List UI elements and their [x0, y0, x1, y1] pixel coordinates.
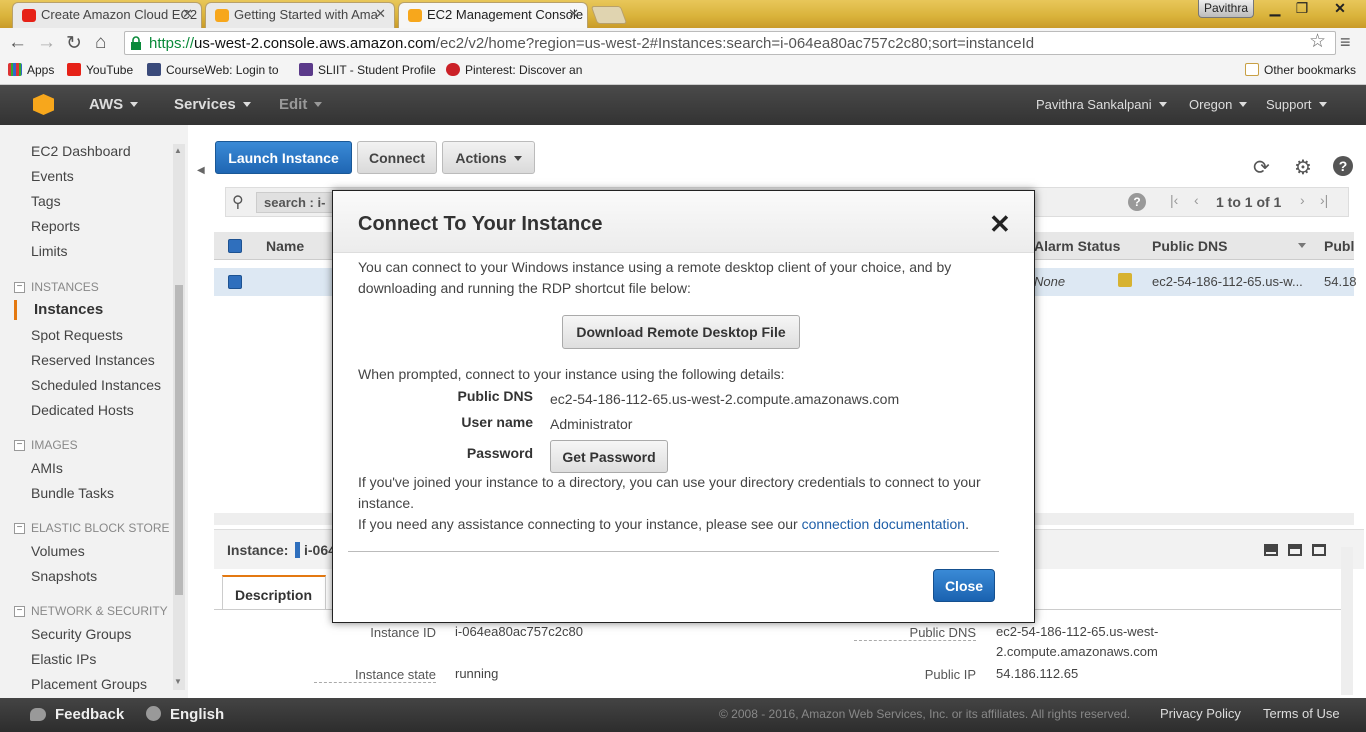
- lock-icon: [131, 36, 141, 50]
- connect-instance-dialog: Connect To Your Instance ✕ You can conne…: [332, 190, 1035, 623]
- bookmark-pinterest[interactable]: Pinterest: Discover an: [446, 63, 582, 77]
- intro-text-line2: downloading and running the RDP shortcut…: [358, 280, 691, 296]
- bookmark-apps[interactable]: Apps: [8, 63, 54, 77]
- terms-of-use-link[interactable]: Terms of Use: [1263, 706, 1340, 721]
- dns-value: ec2-54-186-112-65.us-west-2.compute.amaz…: [550, 391, 900, 407]
- aws-console-header: AWS Services Edit Pavithra Sankalpani Or…: [0, 85, 1366, 125]
- console-footer: Feedback English © 2008 - 2016, Amazon W…: [0, 698, 1366, 732]
- download-rdp-file-button[interactable]: Download Remote Desktop File: [562, 315, 800, 349]
- services-menu[interactable]: Services: [174, 96, 251, 113]
- dialog-divider: [348, 551, 999, 552]
- home-icon[interactable]: ⌂: [95, 32, 106, 54]
- url-host: us-west-2.console.aws.amazon.com: [194, 35, 436, 52]
- chevron-down-icon: [1318, 102, 1327, 107]
- password-label: Password: [466, 445, 533, 461]
- bookmarks-bar: Apps YouTube CourseWeb: Login to SLIIT -…: [0, 58, 1366, 85]
- aws-cube-icon: [408, 9, 422, 22]
- apps-grid-icon: [8, 63, 22, 76]
- bookmark-star-icon[interactable]: ☆: [1309, 30, 1326, 53]
- bookmark-courseweb[interactable]: CourseWeb: Login to: [147, 63, 279, 77]
- new-tab-button[interactable]: [590, 6, 628, 24]
- edit-menu[interactable]: Edit: [279, 96, 323, 113]
- language-selector[interactable]: English: [146, 706, 224, 723]
- chevron-down-icon: [1158, 102, 1167, 107]
- chevron-down-icon: [1239, 102, 1248, 107]
- close-tab-icon[interactable]: ✕: [568, 6, 579, 22]
- reload-icon[interactable]: ↻: [66, 32, 82, 55]
- aws-cube-icon: [215, 9, 229, 22]
- speech-bubble-icon: [30, 708, 46, 721]
- sliit-icon: [299, 63, 313, 76]
- connection-documentation-link[interactable]: connection documentation: [802, 516, 965, 532]
- assistance-text: If you need any assistance connecting to…: [358, 516, 969, 532]
- browser-tab-youtube[interactable]: Create Amazon Cloud EC2 ✕: [12, 2, 202, 28]
- url-input[interactable]: https://us-west-2.console.aws.amazon.com…: [124, 31, 1336, 55]
- privacy-policy-link[interactable]: Privacy Policy: [1160, 706, 1241, 721]
- user-menu[interactable]: Pavithra Sankalpani: [1036, 97, 1167, 112]
- restore-icon[interactable]: ❐: [1293, 0, 1311, 18]
- close-tab-icon[interactable]: ✕: [375, 6, 386, 22]
- aws-cube-logo-icon[interactable]: [33, 94, 54, 115]
- directory-text-line1: If you've joined your instance to a dire…: [358, 474, 981, 490]
- support-menu[interactable]: Support: [1266, 97, 1327, 112]
- close-tab-icon[interactable]: ✕: [182, 6, 193, 22]
- prompt-text: When prompted, connect to your instance …: [358, 366, 785, 382]
- window-close-icon[interactable]: ✕: [1322, 0, 1358, 18]
- tab-title: EC2 Management Console: [427, 7, 584, 22]
- forward-icon[interactable]: →: [37, 32, 56, 54]
- tab-title: Getting Started with Ama: [234, 7, 378, 22]
- close-icon[interactable]: ✕: [989, 211, 1011, 237]
- chevron-down-icon: [130, 102, 139, 107]
- minimize-icon[interactable]: ▁: [1266, 0, 1284, 18]
- url-path: /ec2/v2/home?region=us-west-2#Instances:…: [435, 35, 1035, 52]
- dialog-header: Connect To Your Instance ✕: [333, 191, 1034, 253]
- directory-text-line2: instance.: [358, 495, 415, 511]
- dialog-title: Connect To Your Instance: [358, 213, 603, 235]
- pinterest-icon: [446, 63, 460, 76]
- dns-label: Public DNS: [457, 388, 533, 404]
- youtube-icon: [22, 9, 36, 22]
- url-protocol: https://: [149, 35, 195, 52]
- courseweb-icon: [147, 63, 161, 76]
- browser-tab-ec2-console[interactable]: EC2 Management Console ✕: [398, 2, 588, 28]
- username-value: Administrator: [550, 416, 633, 432]
- other-bookmarks-folder[interactable]: Other bookmarks: [1245, 63, 1356, 77]
- aws-menu[interactable]: AWS: [89, 96, 139, 113]
- bookmark-youtube[interactable]: YouTube: [67, 63, 133, 77]
- tab-title: Create Amazon Cloud EC2: [41, 7, 198, 22]
- chevron-down-icon: [314, 102, 323, 107]
- get-password-button[interactable]: Get Password: [550, 440, 668, 473]
- close-button[interactable]: Close: [933, 569, 995, 602]
- browser-profile-chip[interactable]: Pavithra: [1198, 0, 1254, 18]
- address-bar-row: ← → ↻ ⌂ https://us-west-2.console.aws.am…: [0, 28, 1366, 58]
- copyright-text: © 2008 - 2016, Amazon Web Services, Inc.…: [719, 707, 1131, 721]
- bookmark-sliit[interactable]: SLIIT - Student Profile: [299, 63, 436, 77]
- youtube-icon: [67, 63, 81, 76]
- region-menu[interactable]: Oregon: [1189, 97, 1248, 112]
- chevron-down-icon: [242, 102, 251, 107]
- chrome-menu-icon[interactable]: ≡: [1340, 32, 1351, 53]
- back-icon[interactable]: ←: [8, 32, 27, 54]
- browser-tab-getting-started[interactable]: Getting Started with Ama ✕: [205, 2, 395, 28]
- intro-text-line1: You can connect to your Windows instance…: [358, 259, 952, 275]
- username-label: User name: [461, 414, 533, 430]
- browser-tab-strip: Create Amazon Cloud EC2 ✕ Getting Starte…: [0, 0, 1366, 28]
- folder-icon: [1245, 63, 1259, 76]
- feedback-link[interactable]: Feedback: [30, 706, 124, 723]
- globe-icon: [146, 706, 161, 721]
